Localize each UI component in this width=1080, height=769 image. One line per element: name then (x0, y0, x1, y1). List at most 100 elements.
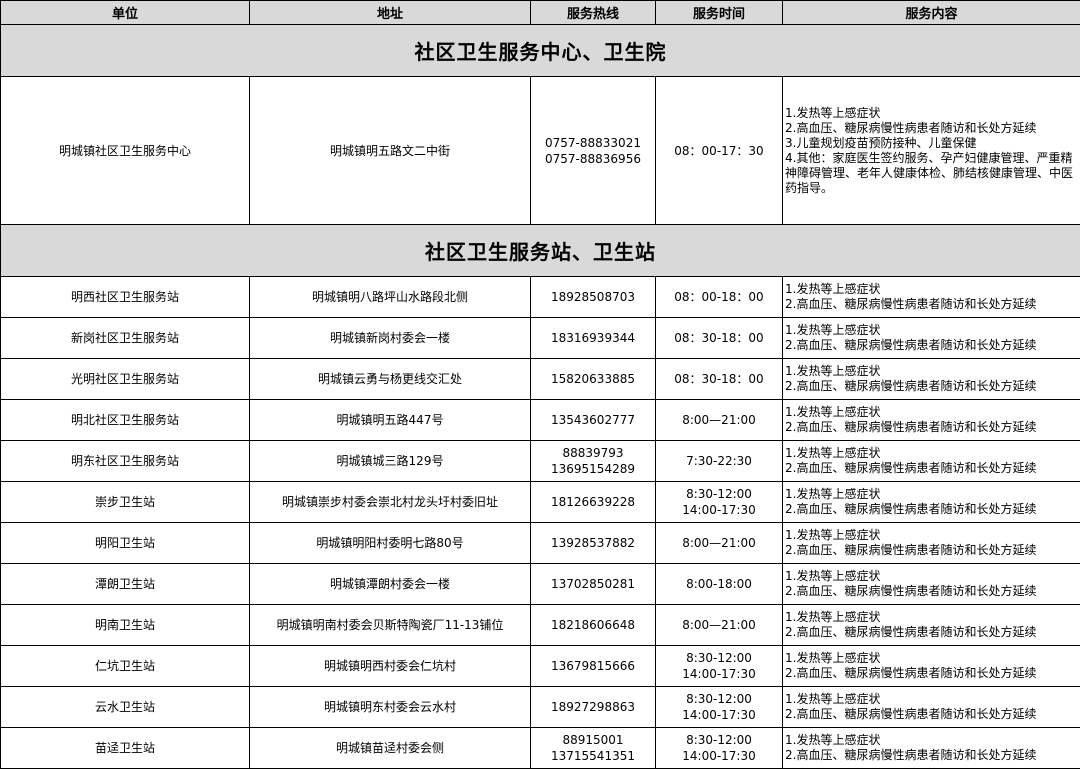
content-line: 1.发热等上感症状 (785, 528, 1080, 543)
phone-line: 88839793 (531, 445, 655, 461)
table-row: 明南卫生站明城镇明南村委会贝斯特陶瓷厂11-13铺位182186066488:0… (1, 605, 1080, 646)
hours-line: 8:00-18:00 (656, 576, 782, 592)
phone-line: 13702850281 (531, 576, 655, 592)
table-row: 崇步卫生站明城镇崇步村委会崇北村龙头圩村委旧址181266392288:30-1… (1, 482, 1080, 523)
address-cell: 明城镇苗迳村委会侧 (250, 728, 531, 769)
hotline-cell: 0757-88833021 0757-88836956 (531, 77, 656, 225)
unit-cell: 新岗社区卫生服务站 (1, 318, 250, 359)
phone-line: 13695154289 (531, 461, 655, 477)
table-row: 明西社区卫生服务站明城镇明八路坪山水路段北侧1892850870308：00-1… (1, 277, 1080, 318)
content-cell: 1.发热等上感症状2.高血压、糖尿病慢性病患者随访和长处方延续 (783, 523, 1080, 564)
hotline-cell: 13679815666 (531, 646, 656, 687)
table-row: 潭朗卫生站明城镇潭朗村委会一楼137028502818:00-18:001.发热… (1, 564, 1080, 605)
content-line: 1.发热等上感症状 (785, 569, 1080, 584)
hours-cell: 8:00—21:00 (656, 400, 783, 441)
hours-line: 8:00—21:00 (656, 617, 782, 633)
unit-cell: 苗迳卫生站 (1, 728, 250, 769)
content-line: 2.高血压、糖尿病慢性病患者随访和长处方延续 (785, 666, 1080, 681)
phone-line: 13679815666 (531, 658, 655, 674)
hotline-cell: 18218606648 (531, 605, 656, 646)
hours-line: 8:00—21:00 (656, 412, 782, 428)
hours-line: 08：30-18：00 (656, 330, 782, 346)
service-table: 单位 地址 服务热线 服务时间 服务内容 社区卫生服务中心、卫生院 明城镇社区卫… (0, 0, 1080, 769)
phone-line: 18126639228 (531, 494, 655, 510)
section-title: 社区卫生服务站、卫生站 (1, 225, 1080, 277)
hotline-cell: 18927298863 (531, 687, 656, 728)
table-row: 仁坑卫生站明城镇明西村委会仁坑村136798156668:30-12:0014:… (1, 646, 1080, 687)
content-line: 1.发热等上感症状 (785, 323, 1080, 338)
hours-line: 14:00-17:30 (656, 707, 782, 723)
hotline-cell: 13543602777 (531, 400, 656, 441)
phone-line: 18218606648 (531, 617, 655, 633)
phone-line: 18927298863 (531, 699, 655, 715)
content-line: 2.高血压、糖尿病慢性病患者随访和长处方延续 (785, 707, 1080, 722)
content-line: 1.发热等上感症状 (785, 446, 1080, 461)
address-cell: 明城镇潭朗村委会一楼 (250, 564, 531, 605)
address-cell: 明城镇新岗村委会一楼 (250, 318, 531, 359)
hours-cell: 8:30-12:0014:00-17:30 (656, 646, 783, 687)
phone-line: 0757-88836956 (531, 151, 655, 167)
content-cell: 1.发热等上感症状 2.高血压、糖尿病慢性病患者随访和长处方延续 3.儿童规划疫… (783, 77, 1080, 225)
header-hotline: 服务热线 (531, 1, 656, 25)
section-title: 社区卫生服务中心、卫生院 (1, 25, 1080, 77)
unit-cell: 明南卫生站 (1, 605, 250, 646)
content-cell: 1.发热等上感症状2.高血压、糖尿病慢性病患者随访和长处方延续 (783, 687, 1080, 728)
content-cell: 1.发热等上感症状2.高血压、糖尿病慢性病患者随访和长处方延续 (783, 318, 1080, 359)
hours-cell: 08：30-18：00 (656, 318, 783, 359)
content-cell: 1.发热等上感症状2.高血压、糖尿病慢性病患者随访和长处方延续 (783, 441, 1080, 482)
table-row: 明城镇社区卫生服务中心 明城镇明五路文二中街 0757-88833021 075… (1, 77, 1080, 225)
content-line: 1.发热等上感症状 (785, 364, 1080, 379)
content-line: 1.发热等上感症状 (785, 610, 1080, 625)
content-line: 2.高血压、糖尿病慢性病患者随访和长处方延续 (785, 121, 1080, 136)
table-row: 明阳卫生站明城镇明阳村委明七路80号139285378828:00—21:001… (1, 523, 1080, 564)
content-cell: 1.发热等上感症状2.高血压、糖尿病慢性病患者随访和长处方延续 (783, 482, 1080, 523)
hotline-cell: 8883979313695154289 (531, 441, 656, 482)
content-line: 1.发热等上感症状 (785, 487, 1080, 502)
hotline-cell: 8891500113715541351 (531, 728, 656, 769)
table-row: 光明社区卫生服务站明城镇云勇与杨更线交汇处1582063388508：30-18… (1, 359, 1080, 400)
unit-cell: 光明社区卫生服务站 (1, 359, 250, 400)
hours-cell: 7:30-22:30 (656, 441, 783, 482)
unit-cell: 明阳卫生站 (1, 523, 250, 564)
hotline-cell: 13928537882 (531, 523, 656, 564)
address-cell: 明城镇明五路447号 (250, 400, 531, 441)
table-row: 苗迳卫生站明城镇苗迳村委会侧88915001137155413518:30-12… (1, 728, 1080, 769)
table-row: 新岗社区卫生服务站明城镇新岗村委会一楼1831693934408：30-18：0… (1, 318, 1080, 359)
content-line: 2.高血压、糖尿病慢性病患者随访和长处方延续 (785, 748, 1080, 763)
section-row: 社区卫生服务站、卫生站 (1, 225, 1080, 277)
content-line: 1.发热等上感症状 (785, 282, 1080, 297)
hours-line: 14:00-17:30 (656, 748, 782, 764)
phone-line: 13543602777 (531, 412, 655, 428)
hours-cell: 08：00-17：30 (656, 77, 783, 225)
unit-cell: 明北社区卫生服务站 (1, 400, 250, 441)
hours-cell: 8:30-12:0014:00-17:30 (656, 687, 783, 728)
hours-cell: 8:00-18:00 (656, 564, 783, 605)
phone-line: 88915001 (531, 732, 655, 748)
content-line: 2.高血压、糖尿病慢性病患者随访和长处方延续 (785, 502, 1080, 517)
hours-line: 14:00-17:30 (656, 666, 782, 682)
content-line: 4.其他：家庭医生签约服务、孕产妇健康管理、严重精神障碍管理、老年人健康体检、肺… (785, 151, 1080, 196)
content-line: 2.高血压、糖尿病慢性病患者随访和长处方延续 (785, 338, 1080, 353)
content-line: 2.高血压、糖尿病慢性病患者随访和长处方延续 (785, 584, 1080, 599)
hours-line: 8:30-12:00 (656, 486, 782, 502)
content-cell: 1.发热等上感症状2.高血压、糖尿病慢性病患者随访和长处方延续 (783, 564, 1080, 605)
header-row: 单位 地址 服务热线 服务时间 服务内容 (1, 1, 1080, 25)
unit-cell: 明城镇社区卫生服务中心 (1, 77, 250, 225)
hours-line: 8:00—21:00 (656, 535, 782, 551)
hours-cell: 8:30-12:0014:00-17:30 (656, 728, 783, 769)
content-line: 3.儿童规划疫苗预防接种、儿童保健 (785, 136, 1080, 151)
address-cell: 明城镇崇步村委会崇北村龙头圩村委旧址 (250, 482, 531, 523)
hotline-cell: 18126639228 (531, 482, 656, 523)
hours-line: 8:30-12:00 (656, 732, 782, 748)
content-line: 2.高血压、糖尿病慢性病患者随访和长处方延续 (785, 297, 1080, 312)
hotline-cell: 18928508703 (531, 277, 656, 318)
hours-cell: 8:00—21:00 (656, 523, 783, 564)
content-cell: 1.发热等上感症状2.高血压、糖尿病慢性病患者随访和长处方延续 (783, 400, 1080, 441)
unit-cell: 潭朗卫生站 (1, 564, 250, 605)
table-row: 明东社区卫生服务站明城镇城三路129号88839793136951542897:… (1, 441, 1080, 482)
content-line: 2.高血压、糖尿病慢性病患者随访和长处方延续 (785, 625, 1080, 640)
content-cell: 1.发热等上感症状2.高血压、糖尿病慢性病患者随访和长处方延续 (783, 277, 1080, 318)
address-cell: 明城镇明西村委会仁坑村 (250, 646, 531, 687)
address-cell: 明城镇明阳村委明七路80号 (250, 523, 531, 564)
content-line: 1.发热等上感症状 (785, 692, 1080, 707)
